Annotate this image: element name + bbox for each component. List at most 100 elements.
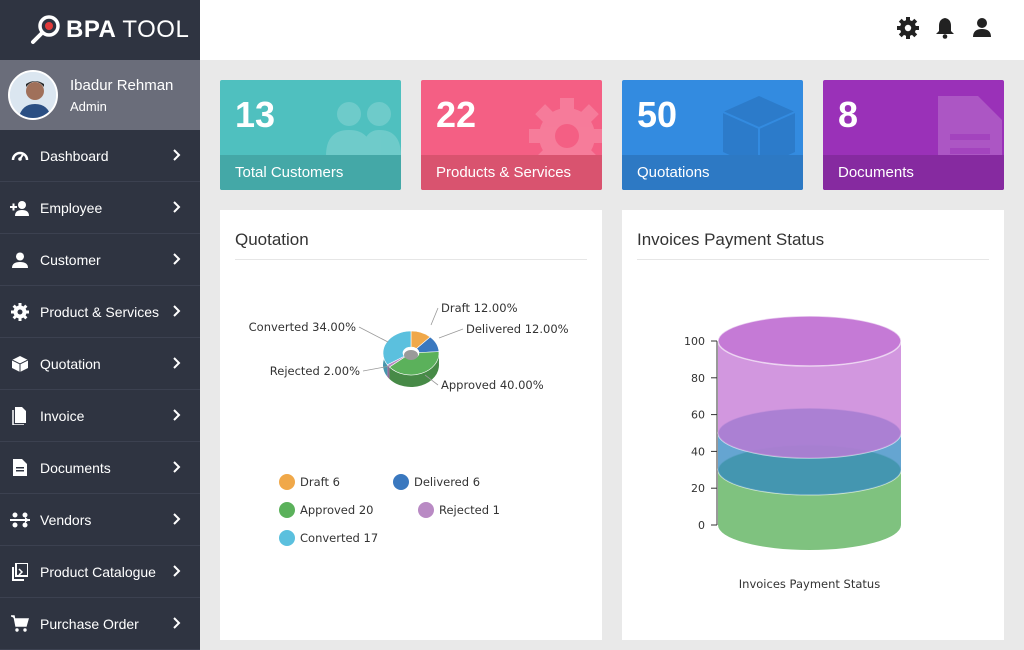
- quotation-panel: Quotation Draft 12.00% Delivered 12.00% Ap…: [220, 210, 602, 640]
- stat-value: 13: [235, 94, 276, 135]
- stat-card-quotations[interactable]: 50 Quotations: [622, 80, 803, 190]
- chevron-right-icon: [173, 617, 181, 629]
- legend-label: Approved 20: [300, 503, 373, 517]
- stat-value: 22: [436, 94, 477, 135]
- sidebar-item-label: Product Catalogue: [40, 563, 156, 580]
- catalogue-icon: [10, 562, 30, 582]
- sidebar-item-product-catalogue[interactable]: Product Catalogue: [0, 546, 200, 598]
- panel-title: Quotation: [235, 230, 309, 249]
- sidebar-item-product-services[interactable]: Product & Services: [0, 286, 200, 338]
- sidebar-item-label: Employee: [40, 199, 103, 216]
- x-axis-label: Invoices Payment Status: [739, 577, 880, 591]
- stat-card-customers[interactable]: 13 Total Customers: [220, 80, 401, 190]
- chevron-right-icon: [173, 565, 181, 577]
- sidebar-item-label: Invoice: [40, 407, 85, 424]
- pie-leader-line: [430, 307, 439, 326]
- pie-hole: [404, 350, 418, 360]
- stat-label: Quotations: [622, 155, 803, 190]
- pie-slice-label: Approved 40.00%: [441, 378, 544, 392]
- gear-icon: [10, 302, 30, 322]
- invoices-panel: Invoices Payment Status 0 20 40 60 80 100 Invo…: [622, 210, 1004, 640]
- y-tick-label: 80: [691, 372, 705, 385]
- chevron-right-icon: [173, 305, 181, 317]
- legend-label: Rejected 1: [439, 503, 500, 517]
- y-tick-label: 0: [698, 519, 705, 532]
- legend-swatch: [279, 530, 295, 546]
- panel-title: Invoices Payment Status: [637, 230, 825, 249]
- cart-icon: [10, 614, 30, 634]
- chevron-right-icon: [173, 253, 181, 265]
- sidebar-item-documents[interactable]: Documents: [0, 442, 200, 494]
- divider: [235, 259, 587, 260]
- sidebar-item-employee[interactable]: Employee: [0, 182, 200, 234]
- sidebar-item-label: Quotation: [40, 355, 101, 372]
- legend-label: Delivered 6: [414, 475, 480, 489]
- pie-leader-line: [438, 328, 464, 339]
- stat-card-products[interactable]: 22 Products & Services: [421, 80, 602, 190]
- stat-label: Total Customers: [220, 155, 401, 190]
- sidebar-item-quotation[interactable]: Quotation: [0, 338, 200, 390]
- gear-icon[interactable]: [897, 17, 919, 39]
- y-tick-label: 40: [691, 445, 705, 458]
- quotation-pie-chart: Draft 12.00% Delivered 12.00% Approved 40.…: [249, 301, 569, 546]
- add-user-icon: [10, 198, 30, 218]
- chevron-right-icon: [173, 357, 181, 369]
- legend-swatch: [279, 474, 295, 490]
- user-icon: [10, 250, 30, 270]
- pie-slice-label: Draft 12.00%: [441, 301, 518, 315]
- invoices-cylinder-chart: 0 20 40 60 80 100 Invoices Payment Status: [684, 315, 902, 591]
- sidebar-item-vendors[interactable]: Vendors: [0, 494, 200, 546]
- sidebar-item-dashboard[interactable]: Dashboard: [0, 130, 200, 182]
- pie-slice-label: Delivered 12.00%: [466, 322, 569, 336]
- dashboard-icon: [10, 146, 30, 166]
- sidebar-item-label: Dashboard: [40, 147, 109, 164]
- avatar: [8, 70, 58, 120]
- stat-card-documents[interactable]: 8 Documents: [823, 80, 1004, 190]
- brand-bold: BPA: [66, 16, 117, 43]
- chevron-right-icon: [173, 461, 181, 473]
- sidebar-item-label: Customer: [40, 251, 101, 268]
- magnifier-logo-icon: [31, 15, 60, 44]
- legend-swatch: [418, 502, 434, 518]
- topbar: [200, 0, 1024, 60]
- sidebar-item-label: Product & Services: [40, 303, 160, 320]
- cylinder-segment-top: [717, 315, 902, 367]
- stat-label: Documents: [823, 155, 1004, 190]
- sidebar-item-label: Vendors: [40, 511, 92, 528]
- legend-label: Converted 17: [300, 531, 378, 545]
- y-tick-label: 20: [691, 482, 705, 495]
- bell-icon[interactable]: [934, 17, 956, 39]
- document-icon: [10, 458, 30, 478]
- y-tick-label: 60: [691, 409, 705, 422]
- chevron-right-icon: [173, 409, 181, 421]
- vendors-icon: [10, 510, 30, 530]
- y-tick-label: 100: [684, 335, 705, 348]
- file-icon: [10, 406, 30, 426]
- user-name: Ibadur Rehman: [70, 76, 174, 94]
- avatar-image: [10, 72, 56, 118]
- legend-label: Draft 6: [300, 475, 340, 489]
- stat-value: 50: [637, 94, 678, 135]
- sidebar-item-customer[interactable]: Customer: [0, 234, 200, 286]
- sidebar-item-label: Documents: [40, 459, 111, 476]
- sidebar-item-purchase-order[interactable]: Purchase Order: [0, 598, 200, 650]
- user-profile[interactable]: Ibadur Rehman Admin: [0, 60, 200, 130]
- sidebar-item-invoice[interactable]: Invoice: [0, 390, 200, 442]
- pie-slice-label: Rejected 2.00%: [270, 364, 360, 378]
- user-icon[interactable]: [971, 17, 993, 39]
- brand-logo[interactable]: BPA TOOL: [0, 0, 200, 60]
- user-role: Admin: [70, 98, 107, 114]
- stat-value: 8: [838, 94, 859, 135]
- sidebar-menu: Dashboard Employee Customer Product & Se…: [0, 130, 200, 650]
- pie-leader-line: [358, 326, 389, 343]
- legend-swatch: [279, 502, 295, 518]
- divider: [637, 259, 989, 260]
- sidebar-item-label: Purchase Order: [40, 615, 139, 632]
- pie-slice-label: Converted 34.00%: [249, 320, 356, 334]
- cube-icon: [10, 354, 30, 374]
- chevron-right-icon: [173, 513, 181, 525]
- chevron-right-icon: [173, 201, 181, 213]
- stat-label: Products & Services: [421, 155, 602, 190]
- legend-swatch: [393, 474, 409, 490]
- brand-light: TOOL: [122, 16, 190, 43]
